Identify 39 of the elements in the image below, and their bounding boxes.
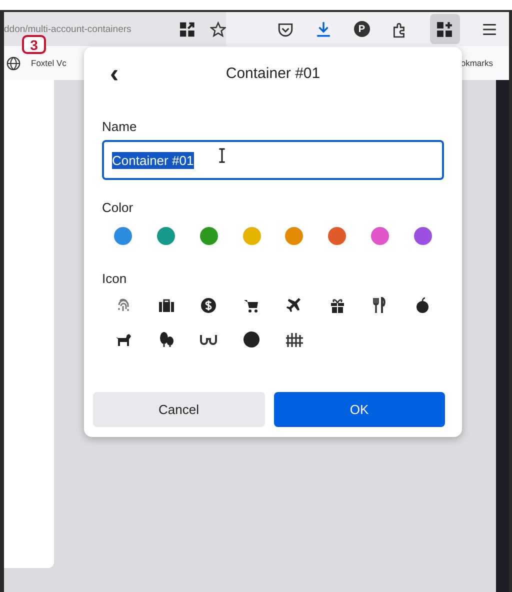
dollar-coin-icon[interactable] bbox=[200, 296, 218, 314]
download-icon[interactable] bbox=[315, 20, 332, 38]
star-icon[interactable] bbox=[210, 20, 226, 38]
field-label: Name bbox=[102, 119, 138, 134]
color-swatch[interactable] bbox=[328, 227, 346, 245]
url-text: ddon/multi-account-containers bbox=[4, 24, 132, 34]
circle-icon[interactable] bbox=[243, 330, 260, 348]
grid-plus-icon bbox=[436, 20, 454, 38]
cancel-button[interactable]: Cancel bbox=[93, 392, 264, 427]
apple-icon[interactable] bbox=[414, 296, 432, 314]
color-swatch[interactable] bbox=[370, 227, 389, 245]
trees-icon[interactable] bbox=[158, 330, 175, 348]
color-swatch[interactable] bbox=[285, 227, 304, 245]
profile-avatar[interactable]: P bbox=[354, 21, 370, 37]
fence-icon[interactable] bbox=[286, 330, 303, 348]
gift-icon[interactable] bbox=[328, 296, 346, 314]
fork-knife-icon[interactable] bbox=[371, 296, 388, 314]
selected-text: Container #01 bbox=[112, 152, 194, 168]
bookmark-item[interactable]: Foxtel Vc bbox=[31, 58, 66, 68]
globe-icon bbox=[6, 56, 21, 70]
name-field[interactable]: Container #01 bbox=[102, 140, 444, 180]
color-swatch[interactable] bbox=[114, 227, 132, 245]
containers-button[interactable] bbox=[430, 14, 460, 44]
color-swatch[interactable] bbox=[414, 227, 432, 245]
back-button[interactable]: ‹ bbox=[104, 60, 125, 86]
pocket-icon[interactable] bbox=[276, 20, 294, 38]
field-label: Color bbox=[102, 200, 134, 215]
airplane-icon[interactable] bbox=[286, 296, 303, 314]
field-label: Icon bbox=[102, 271, 128, 286]
color-swatch[interactable] bbox=[242, 227, 261, 245]
ok-button[interactable]: OK bbox=[274, 392, 445, 427]
grid-arrow-icon[interactable] bbox=[179, 20, 196, 38]
bookmarks-label[interactable]: okmarks bbox=[460, 58, 493, 68]
color-swatch[interactable] bbox=[157, 227, 176, 245]
step-badge: 3 bbox=[22, 35, 46, 54]
briefcase-icon[interactable] bbox=[158, 296, 175, 314]
panel-title: Container #01 bbox=[226, 64, 320, 82]
text-cursor-icon bbox=[218, 148, 226, 162]
color-swatch[interactable] bbox=[200, 227, 218, 245]
